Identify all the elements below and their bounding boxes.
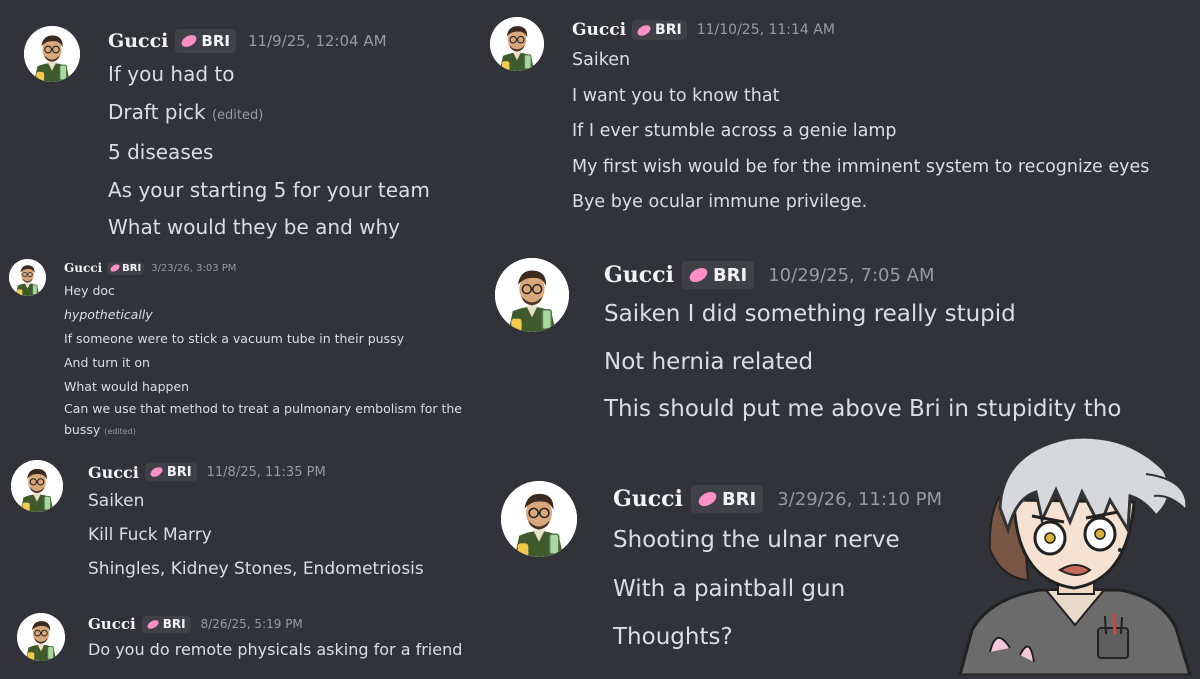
message-line: As your starting 5 for your team	[108, 177, 430, 202]
message-line: I want you to know that	[572, 85, 780, 106]
anime-character-illustration	[950, 430, 1200, 677]
user-avatar-icon[interactable]	[501, 481, 577, 557]
username[interactable]: Gucci	[64, 261, 102, 275]
message-line: What would happen	[64, 379, 190, 394]
pink-bean-icon	[109, 262, 121, 274]
pink-bean-icon	[696, 489, 719, 509]
message-line: bussy (edited)	[64, 419, 462, 443]
timestamp: 10/29/25, 7:05 AM	[768, 264, 935, 286]
user-avatar-icon[interactable]	[495, 258, 569, 332]
message-line: Not hernia related	[604, 348, 814, 375]
message-line: What would they be and why	[108, 215, 401, 239]
timestamp: 3/29/26, 11:10 PM	[777, 488, 943, 510]
username[interactable]: Gucci	[572, 20, 626, 40]
role-tag[interactable]: BRI	[632, 20, 687, 40]
edited-label: (edited)	[104, 427, 136, 436]
role-tag-label: BRI	[162, 617, 186, 631]
message-line: Shooting the ulnar nerve	[613, 527, 900, 553]
message-line: Shingles, Kidney Stones, Endometriosis	[88, 559, 424, 579]
message-line: Saiken	[572, 50, 631, 70]
role-tag-label: BRI	[201, 32, 230, 50]
role-tag[interactable]: BRI	[144, 463, 197, 481]
message-line: hypothetically	[64, 307, 153, 322]
username[interactable]: Gucci	[604, 262, 674, 288]
edited-label: (edited)	[211, 107, 264, 123]
message-line: This should put me above Bri in stupidit…	[604, 396, 1122, 422]
user-avatar-icon[interactable]	[9, 259, 46, 296]
message-line: Hey doc	[64, 283, 115, 298]
timestamp: 11/8/25, 11:35 PM	[206, 464, 326, 480]
role-tag-label: BRI	[166, 464, 192, 480]
message-text: Draft pick	[108, 99, 206, 124]
message-line: With a paintball gun	[613, 575, 846, 602]
message-line: My first wish would be for the imminent …	[572, 156, 1150, 177]
message-line: Bye bye ocular immune privilege.	[572, 192, 868, 212]
message-line: Do you do remote physicals asking for a …	[88, 640, 463, 659]
timestamp: 3/23/26, 3:03 PM	[151, 262, 237, 274]
user-avatar-icon[interactable]	[24, 26, 80, 82]
message-line: Saiken	[88, 491, 145, 511]
message-line: If you had to	[108, 62, 235, 86]
message-line: And turn it on	[64, 355, 150, 370]
message-line: If someone were to stick a vacuum tube i…	[64, 331, 404, 346]
pink-bean-icon	[148, 465, 164, 479]
username[interactable]: Gucci	[88, 615, 136, 633]
message-line: If I ever stumble across a genie lamp	[572, 121, 897, 141]
pink-bean-icon	[179, 32, 199, 50]
role-tag[interactable]: BRI	[681, 261, 755, 289]
timestamp: 11/9/25, 12:04 AM	[247, 32, 387, 50]
timestamp: 8/26/25, 5:19 PM	[200, 617, 303, 631]
username[interactable]: Gucci	[613, 486, 683, 512]
role-tag[interactable]: BRI	[690, 485, 764, 513]
timestamp: 11/10/25, 11:14 AM	[696, 22, 835, 38]
role-tag-label: BRI	[712, 264, 748, 286]
username[interactable]: Gucci	[88, 463, 139, 482]
message-line: Thoughts?	[613, 624, 733, 650]
role-tag[interactable]: BRI	[175, 29, 236, 53]
role-tag-label: BRI	[721, 488, 757, 510]
user-avatar-icon[interactable]	[11, 460, 63, 512]
message-line: Can we use that method to treat a pulmon…	[64, 401, 462, 416]
message-line: Draft pick (edited)	[108, 94, 430, 135]
role-tag-label: BRI	[655, 22, 682, 38]
role-tag[interactable]: BRI	[107, 261, 145, 275]
pink-bean-icon	[145, 617, 160, 631]
message-line: 5 diseases	[108, 140, 214, 164]
username[interactable]: Gucci	[108, 30, 168, 52]
role-tag[interactable]: BRI	[141, 615, 191, 633]
user-avatar-icon[interactable]	[17, 613, 65, 661]
message-text: bussy	[64, 422, 101, 437]
role-tag-label: BRI	[122, 262, 142, 274]
pink-bean-icon	[635, 22, 653, 38]
message-line: Kill Fuck Marry	[88, 525, 212, 545]
pink-bean-icon	[687, 265, 710, 285]
user-avatar-icon[interactable]	[490, 17, 544, 71]
message-line: Saiken I did something really stupid	[604, 301, 1016, 327]
